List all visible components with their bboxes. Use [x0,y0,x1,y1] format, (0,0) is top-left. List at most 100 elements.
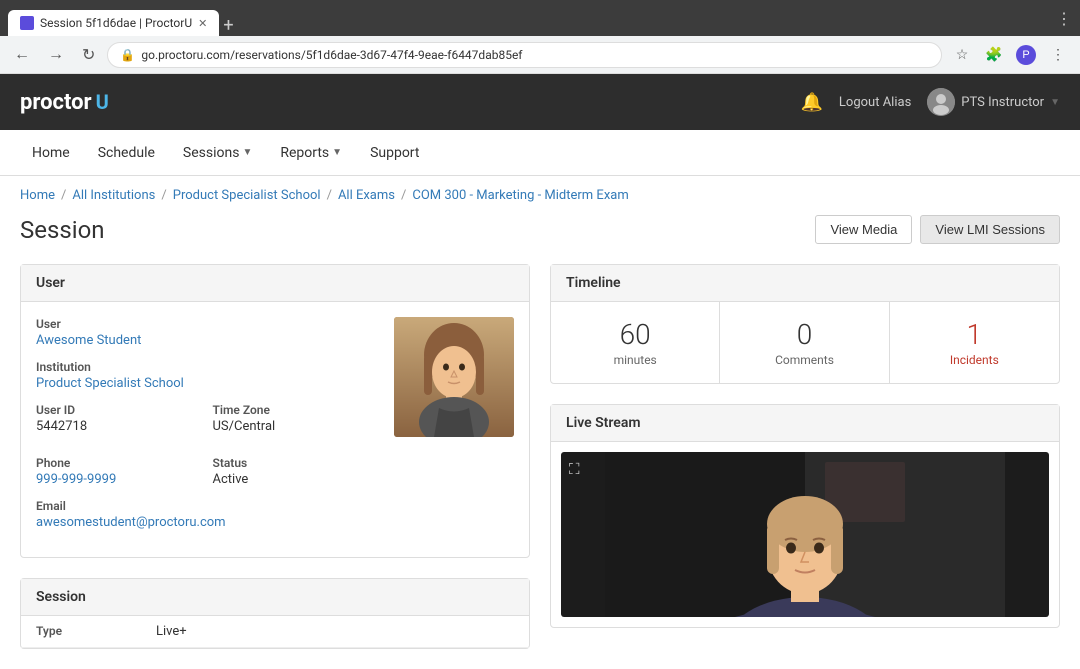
browser-tabs: Session 5f1d6dae | ProctorU ✕ + [8,0,234,36]
logo-icon: U [96,90,109,114]
timezone-label: Time Zone [213,403,380,417]
breadcrumb-all-exams[interactable]: All Exams [338,188,395,203]
browser-menu-btn[interactable]: ⋮ [1056,9,1072,28]
email-link[interactable]: awesomestudent@proctoru.com [36,515,226,530]
incidents-value: 1 [898,318,1051,351]
left-column: User User Awesome Student Institution [20,264,530,649]
minutes-value: 60 [559,318,711,351]
institution-value: Product Specialist School [36,376,379,391]
tab-title: Session 5f1d6dae | ProctorU [40,16,192,30]
session-card: Session Type Live+ [20,578,530,649]
live-stream-header: Live Stream [551,405,1059,442]
avatar [927,88,955,116]
nav-right: 🔔 Logout Alias PTS Instructor ▼ [801,88,1061,116]
incidents-label: Incidents [898,353,1051,367]
info-row-institution: Institution Product Specialist School [36,360,379,391]
bookmark-btn[interactable]: ☆ [948,41,976,69]
user-photo [394,317,514,437]
breadcrumb-school[interactable]: Product Specialist School [173,188,321,203]
session-card-header: Session [21,579,529,616]
bell-icon[interactable]: 🔔 [801,92,823,113]
info-row-timezone: Time Zone US/Central [213,403,380,434]
user-card-body: User Awesome Student Institution Product… [21,302,529,557]
nav-item-schedule[interactable]: Schedule [86,141,167,165]
timeline-card: Timeline 60 minutes 0 Comments 1 Inciden… [550,264,1060,384]
institution-label: Institution [36,360,379,374]
nav-item-home[interactable]: Home [20,141,82,165]
phone-value: 999-999-9999 [36,472,203,487]
reload-btn[interactable]: ↻ [76,41,101,69]
timeline-stats: 60 minutes 0 Comments 1 Incidents [551,302,1059,383]
new-tab-btn[interactable]: + [223,15,233,36]
userid-value: 5442718 [36,419,203,434]
address-bar[interactable]: 🔒 go.proctoru.com/reservations/5f1d6dae-… [107,42,942,68]
minutes-label: minutes [559,353,711,367]
timezone-value: US/Central [213,419,380,434]
sessions-dropdown-arrow: ▼ [242,147,252,158]
info-row-user: User Awesome Student [36,317,379,348]
breadcrumb-sep-3: / [327,188,332,203]
page-content: Session View Media View LMI Sessions Use… [0,215,1080,669]
status-value: Active [213,472,380,487]
url-text: go.proctoru.com/reservations/5f1d6dae-3d… [141,48,929,62]
institution-link[interactable]: Product Specialist School [36,376,184,391]
user-link[interactable]: Awesome Student [36,333,141,348]
timeline-header: Timeline [551,265,1059,302]
stream-expand-icon[interactable]: ⛶ [569,460,580,478]
nav-item-support[interactable]: Support [358,141,431,165]
address-bar-row: ← → ↻ 🔒 go.proctoru.com/reservations/5f1… [0,36,1080,74]
user-value: Awesome Student [36,333,379,348]
toolbar-icons: ☆ 🧩 P ⋮ [948,41,1072,69]
view-media-btn[interactable]: View Media [815,215,912,244]
phone-label: Phone [36,456,203,470]
session-type-row: Type Live+ [21,616,529,648]
comments-label: Comments [728,353,880,367]
email-value: awesomestudent@proctoru.com [36,515,379,530]
info-row-userid: User ID 5442718 [36,403,203,434]
nav-item-reports[interactable]: Reports ▼ [268,141,354,165]
breadcrumb-home[interactable]: Home [20,188,55,203]
user-card: User User Awesome Student Institution [20,264,530,558]
email-label: Email [36,499,379,513]
live-stream-view: ⛶ [561,452,1049,617]
session-type-label: Type [36,624,156,639]
breadcrumb-sep-1: / [61,188,66,203]
active-tab[interactable]: Session 5f1d6dae | ProctorU ✕ [8,10,219,36]
view-lmi-sessions-btn[interactable]: View LMI Sessions [920,215,1060,244]
logo-text: proctor [20,90,92,115]
live-stream-card: Live Stream ⛶ [550,404,1060,628]
info-row-status: Status Active [213,456,380,487]
app-nav: proctorU 🔔 Logout Alias PTS Instructor ▼ [0,74,1080,130]
info-row-phone: Phone 999-999-9999 [36,456,203,487]
user-details: User Awesome Student Institution Product… [36,317,379,542]
profile-btn[interactable]: P [1012,41,1040,69]
user-menu[interactable]: PTS Instructor ▼ [927,88,1060,116]
status-label: Status [213,456,380,470]
browser-chrome: Session 5f1d6dae | ProctorU ✕ + ⋮ [0,0,1080,36]
right-column: Timeline 60 minutes 0 Comments 1 Inciden… [550,264,1060,649]
page-title: Session [20,216,105,244]
comments-stat: 0 Comments [720,302,889,383]
info-row-email: Email awesomestudent@proctoru.com [36,499,379,530]
forward-btn[interactable]: → [42,42,70,68]
logout-btn[interactable]: Logout Alias [839,95,911,110]
user-card-header: User [21,265,529,302]
userid-label: User ID [36,403,203,417]
breadcrumb-sep-4: / [401,188,406,203]
user-name: PTS Instructor [961,95,1044,110]
phone-link[interactable]: 999-999-9999 [36,472,116,487]
breadcrumb-all-institutions[interactable]: All Institutions [72,188,155,203]
nav-item-sessions[interactable]: Sessions ▼ [171,141,264,165]
breadcrumb-sep-2: / [161,188,166,203]
breadcrumb-exam[interactable]: COM 300 - Marketing - Midterm Exam [412,188,628,203]
live-stream-body: ⛶ [551,442,1059,627]
chrome-menu-btn[interactable]: ⋮ [1044,41,1072,69]
back-btn[interactable]: ← [8,42,36,68]
stream-svg [561,452,1049,617]
tab-favicon [20,16,34,30]
info-two-col: User ID 5442718 Time Zone US/Central Pho… [36,403,379,499]
user-label: User [36,317,379,331]
extension-btn[interactable]: 🧩 [980,41,1008,69]
minutes-stat: 60 minutes [551,302,720,383]
tab-close-btn[interactable]: ✕ [198,17,207,30]
